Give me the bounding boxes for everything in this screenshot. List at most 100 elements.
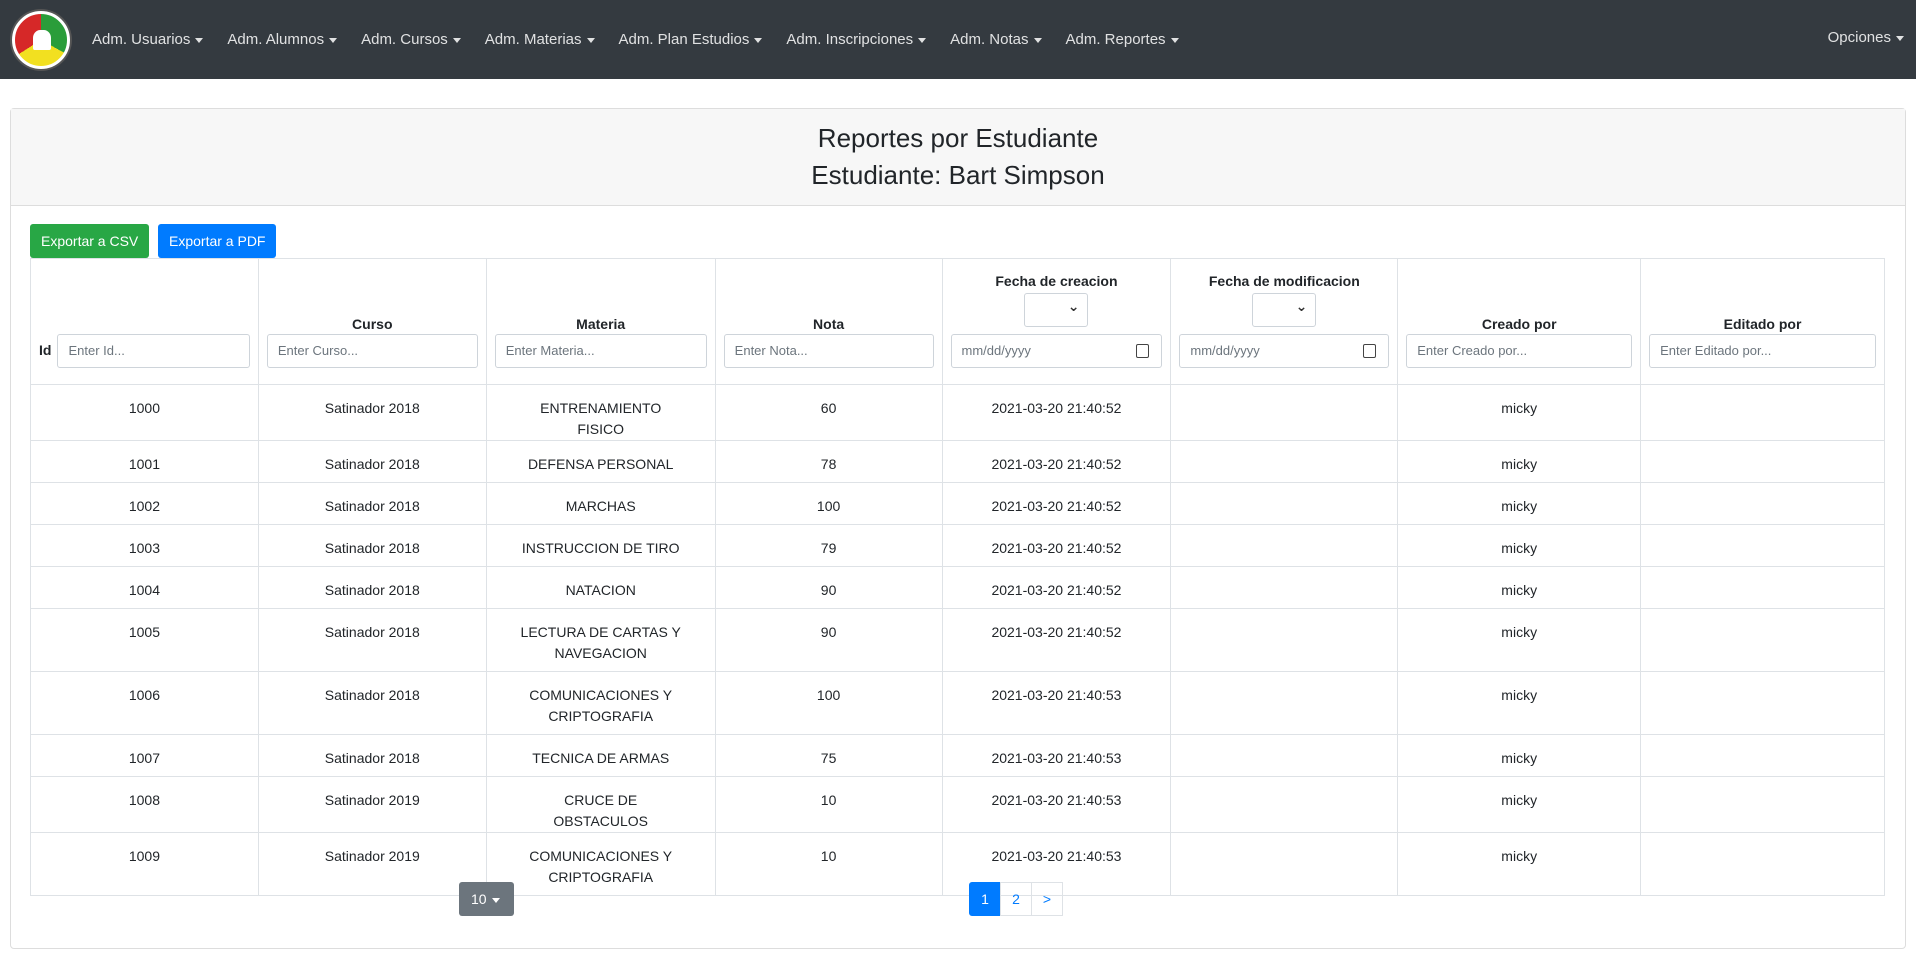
date-filter-input[interactable]: mm/dd/yyyy bbox=[950, 334, 1163, 368]
table-cell: Satinador 2018 bbox=[257, 671, 487, 735]
nav-item[interactable]: Adm. Plan Estudios bbox=[619, 31, 763, 48]
table-row: 1008 Satinador 2019 CRUCE DE OBSTACULOS 10 2… bbox=[30, 776, 1885, 833]
date-filter-input[interactable]: mm/dd/yyyy bbox=[1179, 334, 1390, 368]
student-name: Estudiante: Bart Simpson bbox=[811, 160, 1105, 190]
id-filter-input[interactable]: Enter Id... bbox=[57, 334, 250, 368]
nav-item[interactable]: Adm. Materias bbox=[485, 31, 595, 48]
table-cell bbox=[1640, 524, 1885, 567]
caret-down-icon bbox=[754, 37, 763, 43]
table-cell bbox=[1170, 776, 1399, 833]
table-cell: 100 bbox=[714, 671, 943, 735]
nav-item[interactable]: Adm. Usuarios bbox=[92, 31, 204, 48]
report-card: Reportes por Estudiante Estudiante: Bart… bbox=[10, 108, 1906, 949]
table-cell: 1005 bbox=[30, 608, 259, 672]
page-size-dropdown[interactable]: 10 bbox=[459, 882, 514, 916]
table-cell: 2021-03-20 21:40:52 bbox=[941, 384, 1172, 441]
column-header: Nota Enter Nota... bbox=[714, 258, 943, 385]
page-title: Reportes por Estudiante bbox=[817, 123, 1099, 153]
export-pdf-button[interactable]: Exportar a PDF bbox=[158, 224, 277, 258]
table-row: 1005 Satinador 2018 LECTURA DE CARTAS Y NA… bbox=[30, 608, 1885, 672]
table-cell bbox=[1640, 734, 1885, 777]
table-cell: CRUCE DE OBSTACULOS bbox=[485, 776, 716, 833]
table-cell: micky bbox=[1397, 734, 1642, 777]
table-cell: 10 bbox=[714, 832, 943, 896]
table-cell: 2021-03-20 21:40:52 bbox=[941, 440, 1172, 483]
nav-item[interactable]: Adm. Notas bbox=[950, 31, 1042, 48]
column-header: Editado por Enter Editado por... bbox=[1640, 258, 1885, 385]
table-row: 1009 Satinador 2019 COMUNICACIONES Y CRIPT… bbox=[30, 832, 1885, 896]
calendar-icon[interactable] bbox=[1136, 344, 1150, 358]
table-cell: 90 bbox=[714, 566, 943, 609]
caret-down-icon bbox=[452, 37, 461, 43]
table-cell: Satinador 2018 bbox=[257, 440, 487, 483]
column-header: Id Enter Id... bbox=[30, 258, 259, 385]
table-cell: NATACION bbox=[485, 566, 716, 609]
table-cell: 79 bbox=[714, 524, 943, 567]
date-operator-select[interactable] bbox=[1024, 293, 1089, 327]
column-filter-input[interactable]: Enter Curso... bbox=[266, 334, 478, 368]
nav-item[interactable]: Adm. Alumnos bbox=[227, 31, 338, 48]
table-cell: 2021-03-20 21:40:53 bbox=[941, 671, 1172, 735]
table-row: 1004 Satinador 2018 NATACION 90 2021-03-20 2… bbox=[30, 566, 1885, 609]
column-label: Nota bbox=[813, 316, 845, 332]
table-cell: 1004 bbox=[30, 566, 259, 609]
table-cell: LECTURA DE CARTAS Y NAVEGACION bbox=[485, 608, 716, 672]
table-cell: 2021-03-20 21:40:53 bbox=[941, 734, 1172, 777]
table-cell: micky bbox=[1397, 608, 1642, 672]
nav-item[interactable]: Adm. Reportes bbox=[1066, 31, 1179, 48]
table-cell: Satinador 2018 bbox=[257, 608, 487, 672]
table-cell bbox=[1170, 671, 1399, 735]
caret-down-icon bbox=[1033, 37, 1042, 43]
table-cell: 1000 bbox=[30, 384, 259, 441]
column-filter-input[interactable]: Enter Nota... bbox=[723, 334, 934, 368]
caret-down-icon bbox=[1170, 37, 1179, 43]
table-cell: INSTRUCCION DE TIRO bbox=[485, 524, 716, 567]
column-label: Editado por bbox=[1723, 316, 1802, 332]
column-filter-input[interactable]: Enter Creado por... bbox=[1406, 334, 1633, 368]
table-cell: 2021-03-20 21:40:52 bbox=[941, 608, 1172, 672]
table-cell: DEFENSA PERSONAL bbox=[485, 440, 716, 483]
caret-down-icon bbox=[195, 37, 204, 43]
page-link[interactable]: > bbox=[1031, 882, 1063, 916]
table-cell bbox=[1170, 384, 1399, 441]
table-cell: 1007 bbox=[30, 734, 259, 777]
table-cell: Satinador 2018 bbox=[257, 482, 487, 525]
table-cell bbox=[1640, 440, 1885, 483]
table-cell: 60 bbox=[714, 384, 943, 441]
nav-opciones[interactable]: Opciones bbox=[1828, 29, 1904, 46]
table-cell bbox=[1170, 524, 1399, 567]
table-cell: micky bbox=[1397, 671, 1642, 735]
column-label: Materia bbox=[576, 316, 626, 332]
table-cell: Satinador 2018 bbox=[257, 734, 487, 777]
column-label: Curso bbox=[352, 316, 393, 332]
table-cell bbox=[1170, 440, 1399, 483]
table-cell bbox=[1640, 384, 1885, 441]
navbar: Adm. Usuarios Adm. Alumnos Adm. Cursos Adm.… bbox=[0, 0, 1916, 79]
table-cell: 2021-03-20 21:40:52 bbox=[941, 524, 1172, 567]
table-cell: COMUNICACIONES Y CRIPTOGRAFIA bbox=[485, 832, 716, 896]
table-cell bbox=[1640, 566, 1885, 609]
export-csv-button[interactable]: Exportar a CSV bbox=[30, 224, 150, 258]
table-cell bbox=[1640, 832, 1885, 896]
pagination: 1 2 > bbox=[969, 882, 1063, 916]
column-header: Materia Enter Materia... bbox=[485, 258, 716, 385]
table-cell bbox=[1170, 832, 1399, 896]
column-filter-input[interactable]: Enter Materia... bbox=[494, 334, 707, 368]
table-cell: 1006 bbox=[30, 671, 259, 735]
table-cell: 2021-03-20 21:40:53 bbox=[941, 776, 1172, 833]
caret-down-icon bbox=[491, 897, 500, 903]
date-operator-select[interactable] bbox=[1252, 293, 1317, 327]
caret-down-icon bbox=[586, 37, 595, 43]
nav-item[interactable]: Adm. Inscripciones bbox=[786, 31, 927, 48]
table-cell bbox=[1170, 608, 1399, 672]
logo[interactable] bbox=[12, 10, 70, 69]
table-row: 1007 Satinador 2018 TECNICA DE ARMAS 75 2021… bbox=[30, 734, 1885, 777]
table-row: 1002 Satinador 2018 MARCHAS 100 2021-03-20 2… bbox=[30, 482, 1885, 525]
column-filter-input[interactable]: Enter Editado por... bbox=[1649, 334, 1876, 368]
table-cell: 1008 bbox=[30, 776, 259, 833]
page-link[interactable]: 1 bbox=[969, 882, 1001, 916]
page-link[interactable]: 2 bbox=[1000, 882, 1032, 916]
nav-item[interactable]: Adm. Cursos bbox=[361, 31, 461, 48]
table-cell bbox=[1170, 566, 1399, 609]
calendar-icon[interactable] bbox=[1363, 344, 1377, 358]
